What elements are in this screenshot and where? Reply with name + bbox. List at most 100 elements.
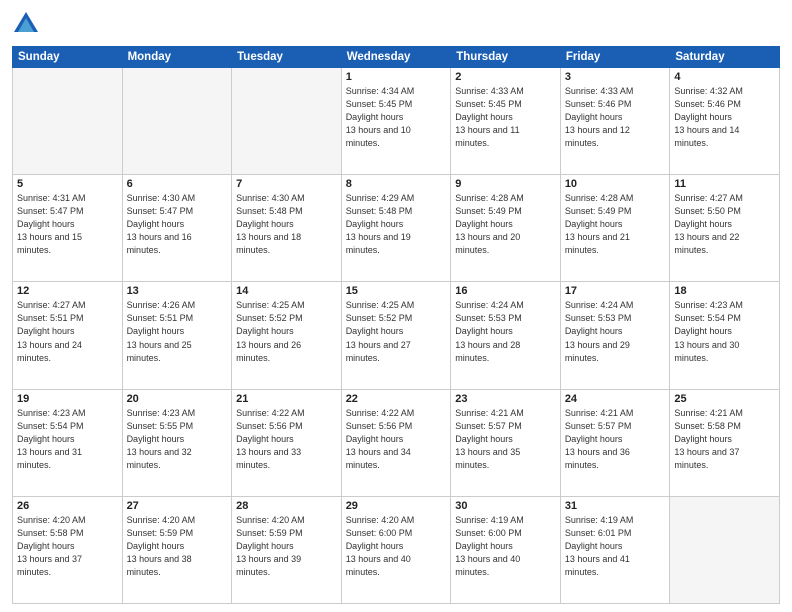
day-number: 24 [565,393,666,405]
calendar-cell: 14 Sunrise: 4:25 AMSunset: 5:52 PMDayligh… [232,282,342,389]
day-number: 3 [565,71,666,83]
day-detail: Sunrise: 4:31 AMSunset: 5:47 PMDaylight … [17,192,118,257]
calendar-cell: 13 Sunrise: 4:26 AMSunset: 5:51 PMDayligh… [122,282,232,389]
page-header [12,10,780,38]
calendar-cell: 22Sunrise: 4:22 AMSunset: 5:56 PMDayligh… [341,389,451,496]
day-number: 7 [236,178,337,190]
calendar-cell: 1 Sunrise: 4:34 AMSunset: 5:45 PMDaylight… [341,68,451,175]
day-detail: Sunrise: 4:29 AMSunset: 5:48 PMDaylight … [346,192,447,257]
day-detail: Sunrise: 4:27 AMSunset: 5:50 PMDaylight … [674,192,775,257]
weekday-header-monday: Monday [122,47,232,68]
day-number: 29 [346,500,447,512]
calendar-cell: 16 Sunrise: 4:24 AMSunset: 5:53 PMDayligh… [451,282,561,389]
day-number: 14 [236,285,337,297]
day-number: 28 [236,500,337,512]
day-number: 12 [17,285,118,297]
calendar-cell: 10 Sunrise: 4:28 AMSunset: 5:49 PMDayligh… [560,175,670,282]
calendar-cell: 8 Sunrise: 4:29 AMSunset: 5:48 PMDaylight… [341,175,451,282]
weekday-header-sunday: Sunday [13,47,123,68]
calendar-cell: 31Sunrise: 4:19 AMSunset: 6:01 PMDayligh… [560,496,670,603]
calendar-cell: 17 Sunrise: 4:24 AMSunset: 5:53 PMDayligh… [560,282,670,389]
day-detail: Sunrise: 4:25 AMSunset: 5:52 PMDaylight … [236,299,337,364]
day-number: 8 [346,178,447,190]
calendar-cell [13,68,123,175]
calendar-cell: 2 Sunrise: 4:33 AMSunset: 5:45 PMDaylight… [451,68,561,175]
day-detail: Sunrise: 4:34 AMSunset: 5:45 PMDaylight … [346,85,447,150]
calendar-week-5: 26Sunrise: 4:20 AMSunset: 5:58 PMDayligh… [13,496,780,603]
calendar-cell: 15Sunrise: 4:25 AMSunset: 5:52 PMDayligh… [341,282,451,389]
day-number: 10 [565,178,666,190]
day-number: 26 [17,500,118,512]
calendar-cell: 11 Sunrise: 4:27 AMSunset: 5:50 PMDayligh… [670,175,780,282]
calendar-cell: 6Sunrise: 4:30 AMSunset: 5:47 PMDaylight… [122,175,232,282]
day-detail: Sunrise: 4:22 AMSunset: 5:56 PMDaylight … [236,407,337,472]
day-number: 13 [127,285,228,297]
day-detail: Sunrise: 4:20 AMSunset: 5:59 PMDaylight … [236,514,337,579]
calendar-week-4: 19 Sunrise: 4:23 AMSunset: 5:54 PMDayligh… [13,389,780,496]
day-detail: Sunrise: 4:21 AMSunset: 5:57 PMDaylight … [455,407,556,472]
day-number: 21 [236,393,337,405]
calendar-cell: 27 Sunrise: 4:20 AMSunset: 5:59 PMDayligh… [122,496,232,603]
day-detail: Sunrise: 4:30 AMSunset: 5:48 PMDaylight … [236,192,337,257]
day-number: 5 [17,178,118,190]
calendar-cell: 3 Sunrise: 4:33 AMSunset: 5:46 PMDaylight… [560,68,670,175]
weekday-header-saturday: Saturday [670,47,780,68]
day-number: 23 [455,393,556,405]
calendar-cell: 9 Sunrise: 4:28 AMSunset: 5:49 PMDaylight… [451,175,561,282]
calendar-cell: 30Sunrise: 4:19 AMSunset: 6:00 PMDayligh… [451,496,561,603]
day-number: 4 [674,71,775,83]
day-detail: Sunrise: 4:24 AMSunset: 5:53 PMDaylight … [565,299,666,364]
day-detail: Sunrise: 4:23 AMSunset: 5:55 PMDaylight … [127,407,228,472]
calendar-week-1: 1 Sunrise: 4:34 AMSunset: 5:45 PMDaylight… [13,68,780,175]
logo-icon [12,10,40,38]
calendar-cell: 25Sunrise: 4:21 AMSunset: 5:58 PMDayligh… [670,389,780,496]
calendar-cell: 21 Sunrise: 4:22 AMSunset: 5:56 PMDayligh… [232,389,342,496]
weekday-header-thursday: Thursday [451,47,561,68]
calendar-cell: 26Sunrise: 4:20 AMSunset: 5:58 PMDayligh… [13,496,123,603]
calendar-week-3: 12Sunrise: 4:27 AMSunset: 5:51 PMDayligh… [13,282,780,389]
calendar-cell: 20 Sunrise: 4:23 AMSunset: 5:55 PMDayligh… [122,389,232,496]
calendar-cell: 18 Sunrise: 4:23 AMSunset: 5:54 PMDayligh… [670,282,780,389]
day-detail: Sunrise: 4:28 AMSunset: 5:49 PMDaylight … [565,192,666,257]
calendar-cell: 28 Sunrise: 4:20 AMSunset: 5:59 PMDayligh… [232,496,342,603]
day-detail: Sunrise: 4:23 AMSunset: 5:54 PMDaylight … [674,299,775,364]
day-number: 20 [127,393,228,405]
day-detail: Sunrise: 4:33 AMSunset: 5:46 PMDaylight … [565,85,666,150]
calendar-cell [122,68,232,175]
calendar-cell [670,496,780,603]
day-detail: Sunrise: 4:23 AMSunset: 5:54 PMDaylight … [17,407,118,472]
day-number: 15 [346,285,447,297]
day-number: 16 [455,285,556,297]
day-detail: Sunrise: 4:21 AMSunset: 5:58 PMDaylight … [674,407,775,472]
calendar-header: SundayMondayTuesdayWednesdayThursdayFrid… [13,47,780,68]
day-detail: Sunrise: 4:24 AMSunset: 5:53 PMDaylight … [455,299,556,364]
weekday-header-friday: Friday [560,47,670,68]
calendar-cell: 7 Sunrise: 4:30 AMSunset: 5:48 PMDaylight… [232,175,342,282]
day-detail: Sunrise: 4:21 AMSunset: 5:57 PMDaylight … [565,407,666,472]
day-number: 22 [346,393,447,405]
calendar-body: 1 Sunrise: 4:34 AMSunset: 5:45 PMDaylight… [13,68,780,604]
day-detail: Sunrise: 4:19 AMSunset: 6:00 PMDaylight … [455,514,556,579]
day-number: 11 [674,178,775,190]
day-detail: Sunrise: 4:28 AMSunset: 5:49 PMDaylight … [455,192,556,257]
weekday-header-wednesday: Wednesday [341,47,451,68]
day-number: 9 [455,178,556,190]
calendar-cell: 5 Sunrise: 4:31 AMSunset: 5:47 PMDaylight… [13,175,123,282]
day-number: 17 [565,285,666,297]
weekday-row: SundayMondayTuesdayWednesdayThursdayFrid… [13,47,780,68]
day-number: 19 [17,393,118,405]
day-number: 27 [127,500,228,512]
day-detail: Sunrise: 4:26 AMSunset: 5:51 PMDaylight … [127,299,228,364]
day-number: 1 [346,71,447,83]
day-detail: Sunrise: 4:33 AMSunset: 5:45 PMDaylight … [455,85,556,150]
calendar-table: SundayMondayTuesdayWednesdayThursdayFrid… [12,46,780,604]
day-number: 18 [674,285,775,297]
calendar-page: SundayMondayTuesdayWednesdayThursdayFrid… [0,0,792,612]
calendar-cell: 12Sunrise: 4:27 AMSunset: 5:51 PMDayligh… [13,282,123,389]
weekday-header-tuesday: Tuesday [232,47,342,68]
day-detail: Sunrise: 4:20 AMSunset: 5:59 PMDaylight … [127,514,228,579]
day-number: 2 [455,71,556,83]
calendar-cell [232,68,342,175]
day-detail: Sunrise: 4:32 AMSunset: 5:46 PMDaylight … [674,85,775,150]
calendar-cell: 19 Sunrise: 4:23 AMSunset: 5:54 PMDayligh… [13,389,123,496]
